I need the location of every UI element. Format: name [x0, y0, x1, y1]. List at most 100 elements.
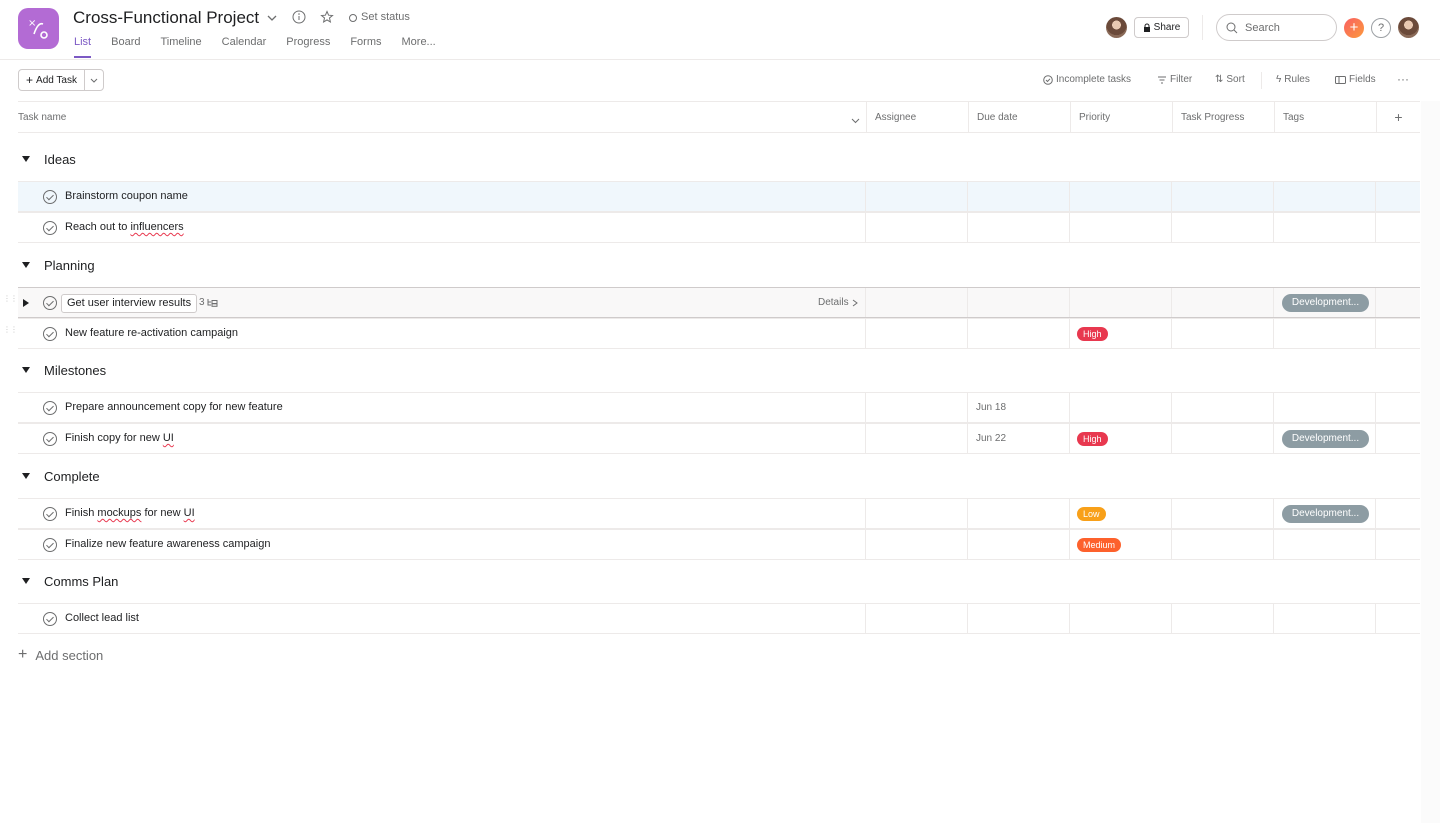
tags-cell[interactable]: Development...: [1273, 424, 1375, 453]
section-name[interactable]: Milestones: [44, 363, 106, 378]
chevron-down-icon[interactable]: [851, 112, 860, 130]
due-date-cell[interactable]: [967, 288, 1069, 317]
task-name[interactable]: Finalize new feature awareness campaign: [65, 538, 270, 550]
task-row[interactable]: Finish mockups for new UI Low Developmen…: [18, 498, 1420, 529]
assignee-cell[interactable]: [865, 288, 967, 317]
tags-cell[interactable]: [1273, 182, 1375, 211]
member-avatar[interactable]: [1106, 17, 1127, 38]
complete-check-icon[interactable]: [43, 221, 57, 235]
progress-cell[interactable]: [1171, 393, 1273, 422]
priority-cell[interactable]: High: [1069, 424, 1171, 453]
progress-cell[interactable]: [1171, 499, 1273, 528]
task-name[interactable]: Finish mockups for new UI: [65, 507, 195, 519]
tags-cell[interactable]: [1273, 213, 1375, 242]
tags-cell[interactable]: [1273, 530, 1375, 559]
section-name[interactable]: Planning: [44, 258, 95, 273]
complete-check-icon[interactable]: [43, 538, 57, 552]
priority-low-pill[interactable]: Low: [1077, 507, 1106, 521]
section-name[interactable]: Ideas: [44, 152, 76, 167]
task-name[interactable]: Brainstorm coupon name: [65, 190, 188, 202]
assignee-cell[interactable]: [865, 182, 967, 211]
collapse-icon[interactable]: [22, 473, 30, 479]
tab-calendar[interactable]: Calendar: [222, 36, 267, 58]
column-task-name[interactable]: Task name: [18, 102, 866, 133]
task-row[interactable]: New feature re-activation campaign High: [18, 318, 1420, 349]
collapse-icon[interactable]: [22, 367, 30, 373]
add-task-button[interactable]: + Add Task: [18, 69, 104, 91]
star-icon[interactable]: [320, 10, 334, 29]
fields-button[interactable]: Fields: [1335, 74, 1376, 85]
assignee-cell[interactable]: [865, 393, 967, 422]
tags-cell[interactable]: Development...: [1273, 499, 1375, 528]
progress-cell[interactable]: [1171, 213, 1273, 242]
priority-cell[interactable]: High: [1069, 319, 1171, 348]
complete-check-icon[interactable]: [43, 612, 57, 626]
scrollbar-track[interactable]: [1421, 101, 1440, 823]
complete-check-icon[interactable]: [43, 296, 57, 310]
task-row[interactable]: Collect lead list: [18, 603, 1420, 634]
progress-cell[interactable]: [1171, 182, 1273, 211]
column-due-date[interactable]: Due date: [968, 102, 1070, 133]
due-date-cell[interactable]: Jun 18: [967, 393, 1069, 422]
tags-cell[interactable]: [1273, 393, 1375, 422]
due-date-cell[interactable]: [967, 604, 1069, 633]
tab-more[interactable]: More...: [402, 36, 436, 58]
collapse-icon[interactable]: [22, 262, 30, 268]
assignee-cell[interactable]: [865, 213, 967, 242]
tags-cell[interactable]: [1273, 604, 1375, 633]
task-name[interactable]: New feature re-activation campaign: [65, 327, 238, 339]
task-row[interactable]: Brainstorm coupon name: [18, 181, 1420, 212]
task-row[interactable]: Finalize new feature awareness campaign …: [18, 529, 1420, 560]
subtask-count[interactable]: 3: [199, 297, 218, 308]
priority-cell[interactable]: [1069, 393, 1171, 422]
assignee-cell[interactable]: [865, 424, 967, 453]
complete-check-icon[interactable]: [43, 190, 57, 204]
task-row[interactable]: Get user interview results 3 Details Dev…: [18, 287, 1420, 318]
project-title[interactable]: Cross-Functional Project: [73, 8, 259, 28]
assignee-cell[interactable]: [865, 604, 967, 633]
collapse-icon[interactable]: [22, 156, 30, 162]
tags-cell[interactable]: [1273, 319, 1375, 348]
expand-subtasks-icon[interactable]: [23, 299, 29, 307]
more-options-icon[interactable]: ···: [1397, 72, 1409, 86]
due-date-cell[interactable]: [967, 319, 1069, 348]
section-name[interactable]: Complete: [44, 469, 100, 484]
chevron-down-icon[interactable]: [266, 11, 278, 29]
add-task-dropdown[interactable]: [85, 70, 103, 90]
due-date-cell[interactable]: [967, 213, 1069, 242]
search-input[interactable]: [1245, 20, 1331, 36]
priority-cell[interactable]: Medium: [1069, 530, 1171, 559]
priority-cell[interactable]: [1069, 604, 1171, 633]
due-date-cell[interactable]: [967, 530, 1069, 559]
task-name-input[interactable]: Get user interview results: [61, 294, 198, 313]
search-box[interactable]: [1216, 14, 1337, 41]
drag-handle-icon[interactable]: ⋮⋮: [3, 326, 18, 338]
add-column-icon[interactable]: +: [1376, 102, 1420, 133]
sort-button[interactable]: ⇅ Sort: [1215, 74, 1245, 85]
info-icon[interactable]: [292, 10, 306, 29]
progress-cell[interactable]: [1171, 530, 1273, 559]
progress-cell[interactable]: [1171, 604, 1273, 633]
drag-handle-icon[interactable]: ⋮⋮: [3, 295, 18, 307]
task-name[interactable]: Reach out to influencers: [65, 221, 184, 233]
quick-add-icon[interactable]: +: [1344, 18, 1364, 38]
progress-cell[interactable]: [1171, 424, 1273, 453]
priority-high-pill[interactable]: High: [1077, 432, 1108, 446]
status-circle-icon[interactable]: [349, 14, 357, 22]
tab-list[interactable]: List: [74, 36, 92, 58]
priority-cell[interactable]: [1069, 182, 1171, 211]
progress-cell[interactable]: [1171, 288, 1273, 317]
assignee-cell[interactable]: [865, 499, 967, 528]
priority-high-pill[interactable]: High: [1077, 327, 1108, 341]
user-avatar[interactable]: [1398, 17, 1419, 38]
rules-button[interactable]: ϟ Rules: [1276, 74, 1310, 85]
incomplete-tasks-filter[interactable]: Incomplete tasks: [1043, 74, 1131, 85]
complete-check-icon[interactable]: [43, 401, 57, 415]
priority-cell[interactable]: Low: [1069, 499, 1171, 528]
filter-button[interactable]: Filter: [1157, 74, 1192, 85]
due-date-cell[interactable]: [967, 182, 1069, 211]
tag-pill[interactable]: Development...: [1282, 505, 1369, 523]
project-icon[interactable]: ×: [18, 8, 59, 49]
due-date-cell[interactable]: [967, 499, 1069, 528]
tab-forms[interactable]: Forms: [350, 36, 381, 58]
